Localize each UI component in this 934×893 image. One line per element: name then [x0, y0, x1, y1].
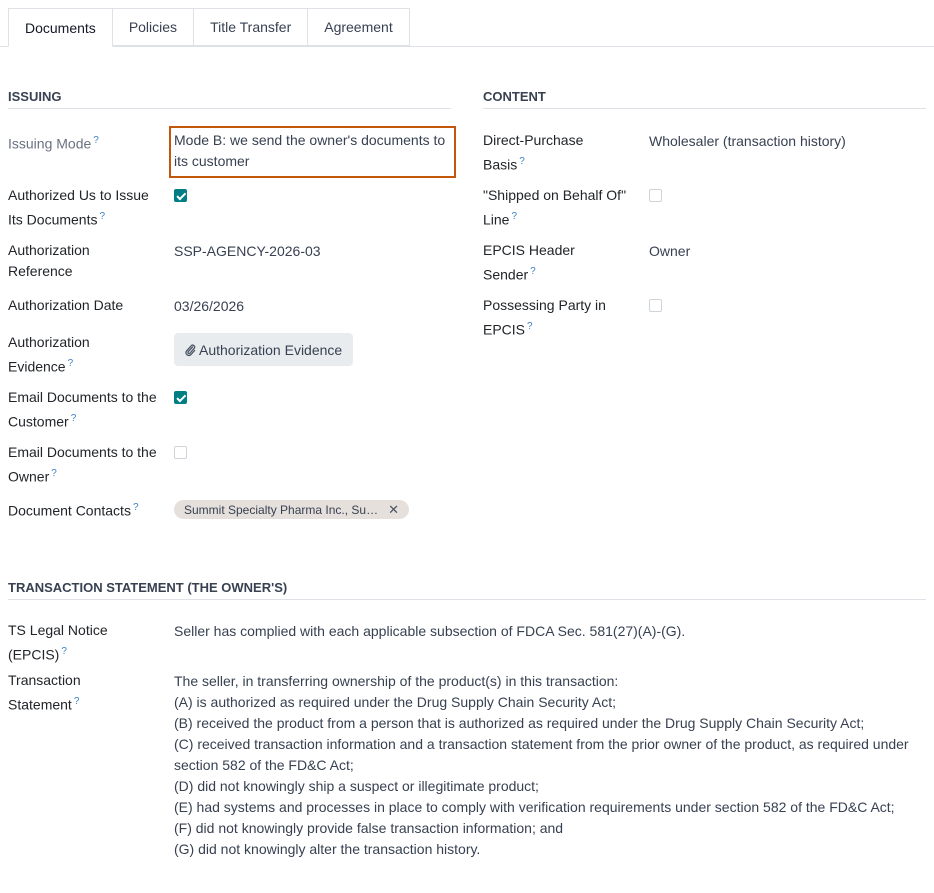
doc-contacts-label: Document Contacts? [8, 502, 139, 519]
epcis-header-label: EPCIS Header Sender? [483, 242, 575, 283]
direct-purchase-label: Direct-Purchase Basis? [483, 132, 584, 173]
question-mark-icon[interactable]: ? [530, 266, 536, 277]
authorization-evidence-button-label: Authorization Evidence [199, 341, 343, 358]
tab-agreement[interactable]: Agreement [308, 8, 410, 46]
question-mark-icon[interactable]: ? [519, 156, 525, 167]
question-mark-icon[interactable]: ? [511, 211, 517, 222]
auth-ref-label: Authorization Reference [8, 242, 90, 279]
ts-line: (C) received transaction information and… [174, 736, 909, 752]
question-mark-icon[interactable]: ? [51, 468, 57, 479]
authorized-label: Authorized Us to Issue Its Documents? [8, 187, 149, 228]
question-mark-icon[interactable]: ? [93, 135, 99, 146]
transaction-statement-value[interactable]: The seller, in transferring ownership of… [174, 671, 924, 860]
ts-line: (E) had systems and processes in place t… [174, 799, 895, 815]
question-mark-icon[interactable]: ? [71, 413, 77, 424]
authorization-evidence-button[interactable]: Authorization Evidence [174, 333, 353, 366]
question-mark-icon[interactable]: ? [99, 211, 105, 222]
question-mark-icon[interactable]: ? [68, 358, 74, 369]
tab-bar-border [0, 46, 934, 47]
tab-policies[interactable]: Policies [112, 8, 195, 46]
ts-line: (F) did not knowingly provide false tran… [174, 820, 564, 836]
email-customer-checkbox[interactable] [174, 391, 187, 404]
close-icon[interactable]: ✕ [388, 502, 399, 518]
question-mark-icon[interactable]: ? [74, 696, 80, 707]
ts-line: (B) received the product from a person t… [174, 715, 865, 731]
paperclip-icon [185, 343, 196, 356]
ts-line: (A) is authorized as required under the … [174, 694, 617, 710]
ts-line: The seller, in transferring ownership of… [174, 673, 619, 689]
email-owner-checkbox[interactable] [174, 446, 187, 459]
auth-date-label: Authorization Date [8, 297, 124, 313]
ts-legal-notice-label: TS Legal Notice (EPCIS)? [8, 622, 108, 663]
ts-line: (G) did not knowingly alter the transact… [174, 841, 481, 857]
content-section-title: CONTENT [483, 89, 926, 109]
question-mark-icon[interactable]: ? [133, 502, 139, 513]
possessing-party-checkbox[interactable] [649, 299, 662, 312]
auth-evidence-label: Authorization Evidence? [8, 334, 90, 375]
ts-line: (D) did not knowingly ship a suspect or … [174, 778, 539, 794]
email-customer-label: Email Documents to the Customer? [8, 389, 157, 430]
tab-title-transfer[interactable]: Title Transfer [194, 8, 309, 46]
auth-date-value[interactable]: 03/26/2026 [174, 296, 244, 317]
ts-line: section 582 of the FD&C Act; [174, 757, 354, 773]
question-mark-icon[interactable]: ? [61, 646, 67, 657]
email-owner-label: Email Documents to the Owner? [8, 444, 157, 485]
tab-bar: Documents Policies Title Transfer Agreem… [8, 8, 410, 47]
auth-ref-value[interactable]: SSP-AGENCY-2026-03 [174, 241, 321, 262]
question-mark-icon[interactable]: ? [527, 321, 533, 332]
issuing-mode-label: Issuing Mode? [8, 135, 99, 152]
ts-legal-notice-value[interactable]: Seller has complied with each applicable… [174, 621, 685, 642]
epcis-header-value[interactable]: Owner [649, 241, 690, 262]
issuing-mode-value[interactable]: Mode B: we send the owner's documents to… [174, 130, 452, 172]
transaction-statement-label: Transaction Statement? [8, 672, 81, 713]
shipped-on-behalf-checkbox[interactable] [649, 189, 662, 202]
shipped-on-behalf-label: "Shipped on Behalf Of" Line? [483, 187, 627, 228]
tab-documents[interactable]: Documents [8, 8, 113, 47]
authorized-checkbox[interactable] [174, 189, 187, 202]
possessing-party-label: Possessing Party in EPCIS? [483, 297, 606, 338]
doc-contact-tag[interactable]: Summit Specialty Pharma Inc., Summit Spe… [174, 500, 409, 519]
direct-purchase-value[interactable]: Wholesaler (transaction history) [649, 131, 846, 152]
issuing-section-title: ISSUING [8, 89, 451, 109]
doc-contact-tag-label: Summit Specialty Pharma Inc., Summit Spe… [184, 502, 382, 517]
ts-section-title: TRANSACTION STATEMENT (THE OWNER'S) [8, 580, 926, 600]
